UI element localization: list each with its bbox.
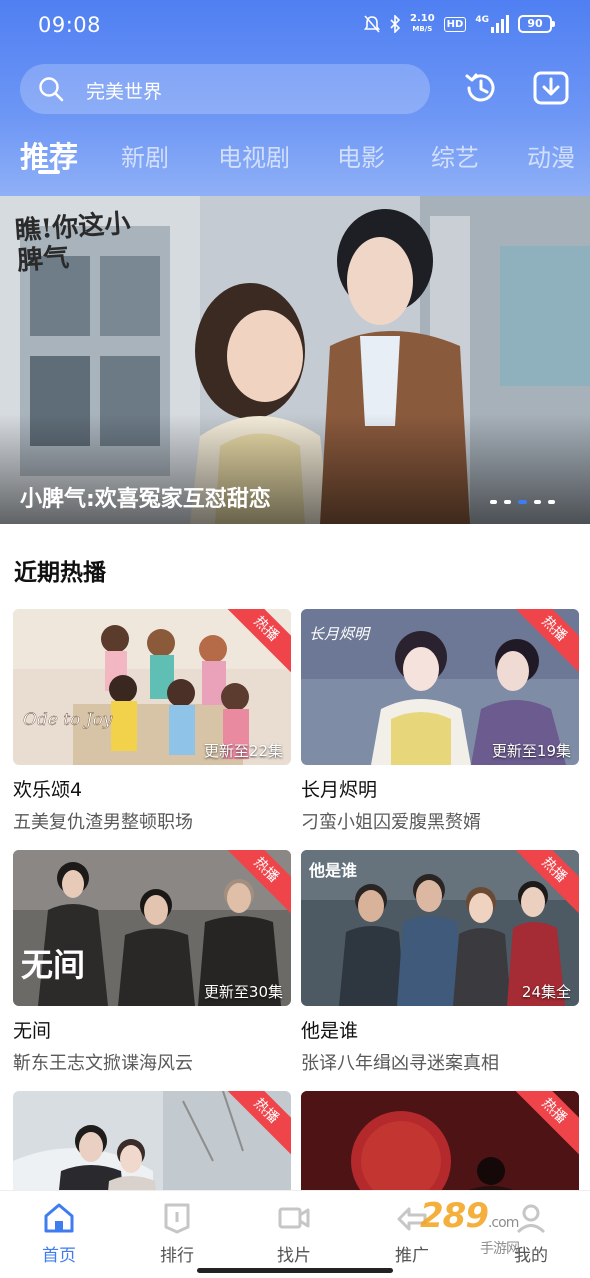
network-speed: 2.10 MB/S (409, 13, 435, 34)
poster-title-text: 长月烬明 (309, 625, 371, 643)
nav-label: 找片 (277, 1246, 311, 1266)
pagination-dot-active[interactable] (518, 500, 527, 504)
signal-icon: 4G (475, 15, 509, 33)
drama-card[interactable]: Ode to Joy 热播 更新至22集 欢乐颂4 五美复仇渣男整顿职场 (13, 609, 291, 834)
tab-tv-series[interactable]: 电视剧 (218, 138, 290, 173)
pagination-dot[interactable] (548, 500, 555, 504)
search-icon (39, 77, 64, 102)
hero-banner[interactable]: 瞧!你这小脾气 小脾气:欢喜冤家互怼甜恋 (0, 196, 590, 524)
pagination-dot[interactable] (490, 500, 497, 504)
bluetooth-icon (390, 15, 401, 33)
drama-desc: 靳东王志文掀谍海风云 (13, 1053, 193, 1074)
drama-desc: 刁蛮小姐囚爱腹黑赘婿 (301, 812, 481, 833)
tab-anime[interactable]: 动漫 (527, 138, 575, 173)
mute-bell-icon (363, 15, 380, 33)
nav-home[interactable]: 首页 (19, 1201, 99, 1266)
home-icon (44, 1203, 74, 1233)
search-input[interactable]: 完美世界 (20, 64, 430, 114)
episode-status: 24集全 (521, 983, 571, 1001)
tab-variety[interactable]: 综艺 (431, 138, 479, 173)
drama-card[interactable]: 无间 热播 更新至30集 无间 靳东王志文掀谍海风云 (13, 850, 291, 1075)
search-placeholder: 完美世界 (86, 81, 163, 103)
drama-poster: 他是谁 热播 24集全 (301, 850, 579, 1006)
drama-poster: 长月烬明 热播 更新至19集 (301, 609, 579, 765)
drama-title: 长月烬明 (301, 779, 378, 801)
ranking-icon (164, 1203, 190, 1234)
episode-status: 更新至19集 (491, 742, 571, 760)
nav-label: 首页 (42, 1246, 76, 1266)
status-time: 09:08 (38, 13, 102, 37)
episode-status: 更新至22集 (203, 742, 283, 760)
download-icon[interactable] (531, 68, 571, 108)
battery-icon: 90 (518, 15, 555, 33)
drama-poster: Ode to Joy 热播 更新至22集 (13, 609, 291, 765)
status-bar: 09:08 2.10 MB/S HD 4G 90 (0, 0, 590, 52)
drama-title: 他是谁 (301, 1020, 359, 1042)
pagination-dot[interactable] (534, 500, 541, 504)
home-indicator[interactable] (197, 1268, 393, 1273)
drama-card[interactable]: 长月烬明 热播 更新至19集 长月烬明 刁蛮小姐囚爱腹黑赘婿 (301, 609, 579, 834)
watermark-logo: 289.com 手游网 (420, 1196, 520, 1257)
episode-status: 更新至30集 (203, 983, 283, 1001)
poster-title-text: 他是谁 (308, 861, 357, 880)
poster-title-text: Ode to Joy (23, 710, 113, 730)
nav-find-movies[interactable]: 找片 (254, 1201, 334, 1266)
drama-desc: 五美复仇渣男整顿职场 (13, 812, 193, 833)
drama-title: 无间 (13, 1020, 52, 1042)
pagination-dot[interactable] (504, 500, 511, 504)
nav-label: 排行 (160, 1246, 194, 1266)
hd-badge: HD (443, 16, 467, 32)
banner-logo: 瞧!你这小脾气 (14, 208, 132, 277)
nav-ranking[interactable]: 排行 (137, 1201, 217, 1266)
app-header: 09:08 2.10 MB/S HD 4G 90 完美世界 推荐 新剧 电视剧 … (0, 0, 590, 196)
drama-poster: 无间 热播 更新至30集 (13, 850, 291, 1006)
tab-indicator (38, 170, 60, 174)
drama-card[interactable]: 他是谁 热播 24集全 他是谁 张译八年缉凶寻迷案真相 (301, 850, 579, 1075)
drama-desc: 张译八年缉凶寻迷案真相 (301, 1053, 499, 1074)
video-icon (278, 1207, 310, 1229)
drama-title: 欢乐颂4 (13, 779, 83, 801)
banner-pagination (490, 500, 555, 504)
tab-new-series[interactable]: 新剧 (121, 138, 169, 173)
banner-caption: 小脾气:欢喜冤家互怼甜恋 (20, 487, 271, 512)
profile-icon (516, 1204, 546, 1234)
status-icons: 2.10 MB/S HD 4G 90 (363, 13, 555, 34)
category-tabs: 推荐 新剧 电视剧 电影 综艺 动漫 (0, 132, 590, 184)
history-icon[interactable] (461, 68, 501, 108)
tab-movies[interactable]: 电影 (337, 138, 385, 173)
section-title-recent-hot: 近期热播 (14, 560, 106, 586)
poster-title-text: 无间 (21, 946, 85, 984)
